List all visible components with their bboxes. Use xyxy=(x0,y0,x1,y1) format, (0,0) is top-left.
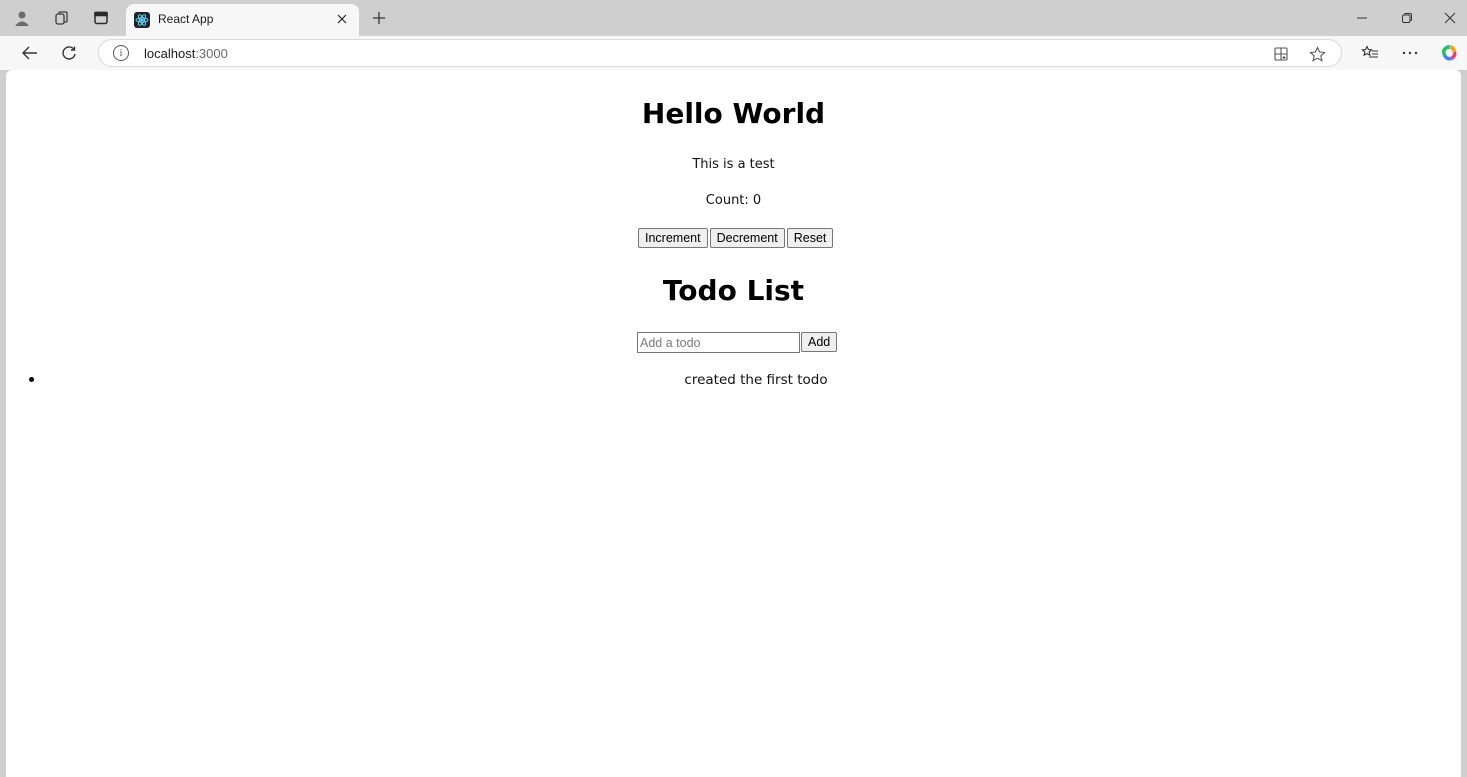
list-item: created the first todo xyxy=(6,370,1461,390)
tab-title: React App xyxy=(158,12,214,26)
vertical-tabs-icon[interactable] xyxy=(89,6,113,30)
close-window-icon[interactable] xyxy=(1438,6,1462,30)
subtitle-text: This is a test xyxy=(692,157,775,172)
url-text[interactable]: localhost:3000 xyxy=(144,46,228,61)
todo-list-title: Todo List xyxy=(662,274,805,307)
decrement-button[interactable]: Decrement xyxy=(709,228,785,248)
restore-icon[interactable] xyxy=(1395,6,1419,30)
site-info-icon[interactable]: i xyxy=(113,45,129,61)
more-options-icon[interactable] xyxy=(1398,41,1422,65)
tab-strip: React App xyxy=(0,0,1467,36)
page-title: Hello World xyxy=(641,97,826,130)
workspaces-icon[interactable] xyxy=(50,6,74,30)
react-logo-icon xyxy=(134,12,150,28)
counter-buttons: Increment Decrement Reset xyxy=(638,228,834,248)
page-viewport: Hello World This is a test Count: 0 Incr… xyxy=(6,70,1461,777)
favorite-star-icon[interactable] xyxy=(1307,44,1327,64)
reset-button[interactable]: Reset xyxy=(786,228,834,248)
new-tab-icon[interactable] xyxy=(367,6,391,30)
refresh-icon[interactable] xyxy=(57,41,81,65)
back-arrow-icon[interactable] xyxy=(18,41,42,65)
navigation-bar: i localhost:3000 xyxy=(0,36,1467,70)
favorites-list-icon[interactable] xyxy=(1358,41,1382,65)
tab-close-icon[interactable] xyxy=(333,10,351,28)
todo-form: Add xyxy=(637,332,838,353)
todo-list: created the first todo xyxy=(6,370,1461,390)
app-available-icon[interactable] xyxy=(1271,44,1291,64)
copilot-icon[interactable] xyxy=(1437,41,1461,65)
address-bar[interactable]: i localhost:3000 xyxy=(98,39,1342,67)
minimize-icon[interactable] xyxy=(1350,6,1374,30)
todo-item-text: created the first todo xyxy=(684,372,828,388)
todo-input[interactable] xyxy=(637,332,800,353)
add-todo-button[interactable]: Add xyxy=(801,332,838,352)
profile-icon[interactable] xyxy=(10,6,34,30)
tab-react-app[interactable]: React App xyxy=(126,4,359,36)
increment-button[interactable]: Increment xyxy=(638,228,708,248)
count-display: Count: 0 xyxy=(705,193,762,208)
